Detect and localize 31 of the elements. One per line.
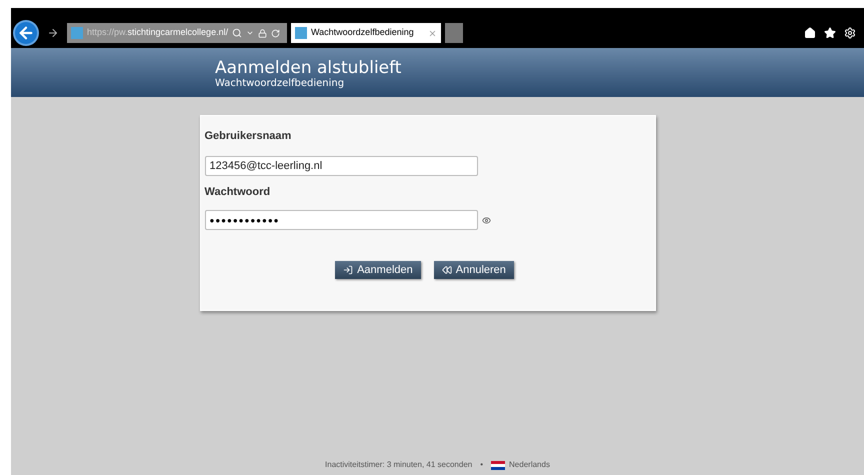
star-icon[interactable] (824, 27, 836, 39)
tab-title: Wachtwoordzelfbediening (311, 26, 415, 40)
username-label: Gebruikersnaam (204, 129, 292, 144)
page-title: Aanmelden alstublieft (215, 58, 402, 78)
search-icon[interactable] (232, 28, 242, 38)
username-field[interactable]: 123456@tcc-leerling.nl (204, 156, 478, 176)
login-button[interactable]: Aanmelden (335, 261, 421, 279)
forward-icon[interactable] (47, 27, 59, 39)
login-icon (343, 265, 354, 275)
page-subtitle: Wachtwoordzelfbediening (215, 78, 346, 90)
password-label: Wachtwoord (204, 184, 272, 200)
dropdown-icon[interactable] (246, 29, 254, 37)
browser-tab[interactable]: Wachtwoordzelfbediening (291, 23, 441, 43)
language-link[interactable]: Nederlands (509, 459, 550, 471)
flag-icon (491, 460, 506, 470)
cancel-button[interactable]: Annuleren (434, 261, 514, 279)
url-text: https://pw.stichtingcarmelcollege.nl/ (87, 26, 228, 40)
refresh-icon[interactable] (271, 28, 280, 38)
eye-icon[interactable] (482, 216, 490, 224)
separator-dot: • (480, 459, 484, 471)
lock-icon (258, 28, 268, 38)
back-button[interactable] (13, 20, 39, 46)
settings-icon[interactable] (844, 27, 856, 39)
rewind-icon (442, 265, 452, 275)
site-icon (71, 27, 83, 39)
back-icon (17, 24, 35, 42)
close-icon[interactable] (428, 28, 437, 38)
inactivity-timer: Inactiviteitstimer: 3 minuten, 41 seconden (325, 459, 472, 471)
home-icon[interactable] (804, 27, 816, 39)
site-icon (295, 27, 307, 39)
password-field[interactable]: ●●●●●●●●●●●● (204, 210, 478, 230)
